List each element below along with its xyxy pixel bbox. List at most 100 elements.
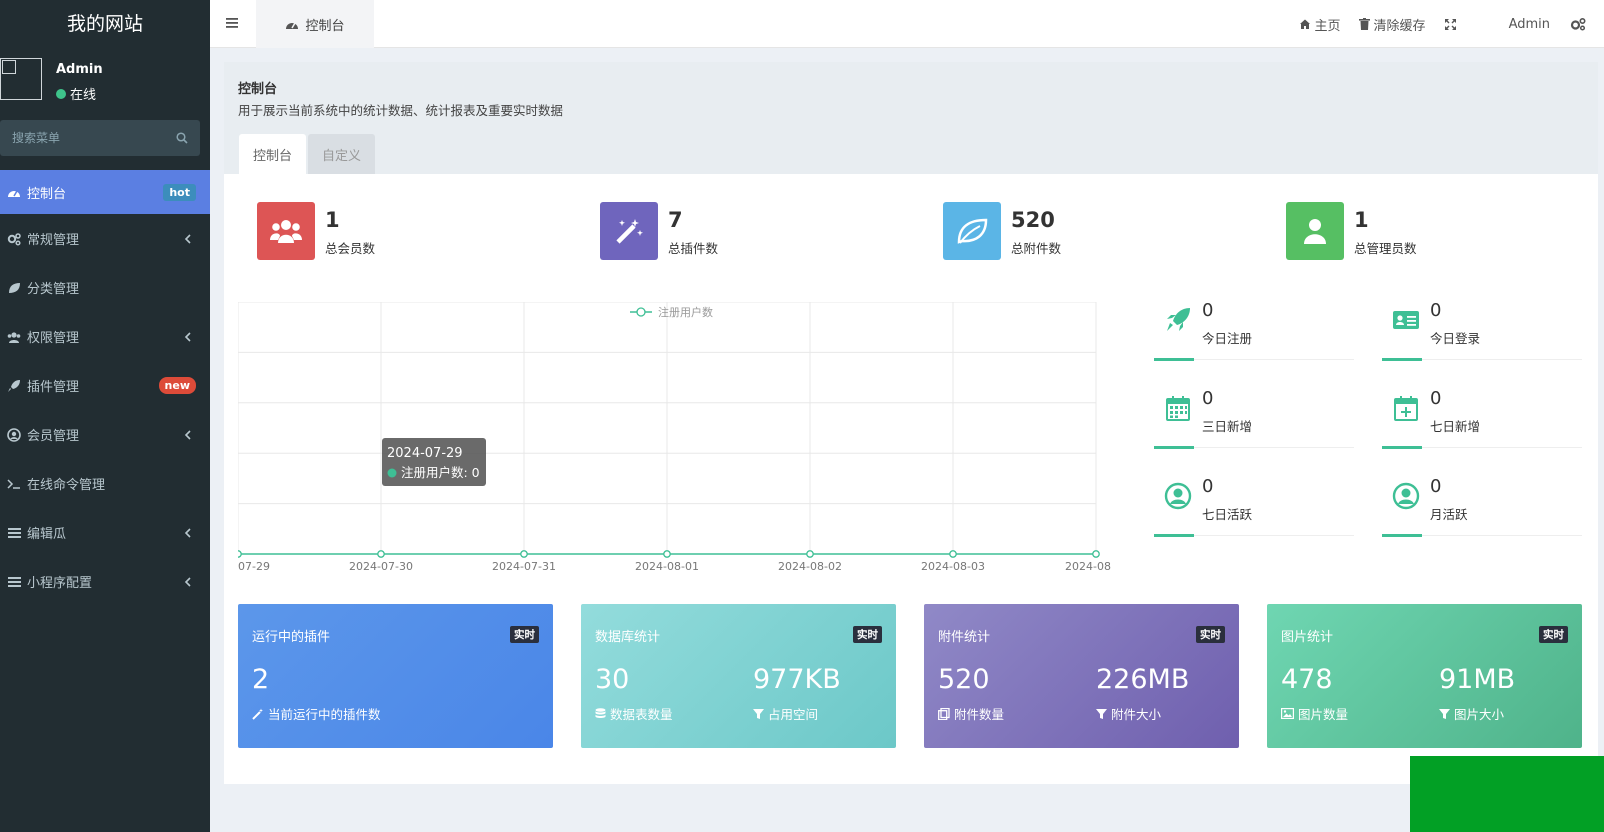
sidebar-item-label: 权限管理 xyxy=(27,331,80,346)
magic-icon xyxy=(616,219,643,244)
stat-icon-box xyxy=(257,202,315,260)
realtime-tag: 实时 xyxy=(1539,626,1568,643)
realtime-tag: 实时 xyxy=(510,626,539,643)
stat-label: 总会员数 xyxy=(325,241,376,256)
sidebar-item-command[interactable]: 在线命令管理 xyxy=(0,459,210,508)
card-attachment-stats[interactable]: 附件统计 实时 520 附件数量 226MB 附件大小 xyxy=(924,604,1239,748)
card-sub-label: 图片数量 xyxy=(1298,707,1349,722)
card-title: 运行中的插件 xyxy=(252,630,331,645)
stat-icon-box xyxy=(600,202,658,260)
registration-line-chart[interactable]: 07-29 2024-07-30 2024-07-31 2024-08-01 2024-… xyxy=(238,302,1118,582)
search-input[interactable] xyxy=(0,120,200,156)
sidebar-menu: 控制台 hot 常规管理 分类管理 权限管理 插件管理 new 会员管理 在线命… xyxy=(0,170,210,606)
card-title: 数据库统计 xyxy=(595,630,661,645)
sidebar-item-general[interactable]: 常规管理 xyxy=(0,214,210,263)
list-icon xyxy=(7,526,21,540)
sidebar-item-category[interactable]: 分类管理 xyxy=(0,263,210,312)
filter-icon xyxy=(1439,708,1450,719)
card-title: 图片统计 xyxy=(1281,630,1334,645)
card-sub-label: 图片大小 xyxy=(1454,707,1505,722)
card-sub: 数据表数量 xyxy=(595,704,673,723)
sidebar-item-label: 常规管理 xyxy=(27,233,80,248)
online-dot-icon xyxy=(56,88,66,99)
sidebar-item-label: 控制台 xyxy=(27,186,67,202)
site-logo[interactable]: 我的网站 xyxy=(0,0,210,48)
mini-stat-label: 月活跃 xyxy=(1430,507,1468,522)
sidebar-item-miniprogram[interactable]: 小程序配置 xyxy=(0,557,210,606)
rocket-icon xyxy=(1167,308,1190,331)
sidebar-item-label: 编辑瓜 xyxy=(27,527,67,542)
leaf-icon xyxy=(7,281,21,295)
admin-menu[interactable]: Admin xyxy=(1509,17,1550,32)
stat-members: 1 总会员数 xyxy=(257,202,375,260)
mini-stat-monthly-active: 0 月活跃 xyxy=(1382,472,1582,537)
leaf-icon xyxy=(957,218,988,244)
menu-toggle-icon[interactable] xyxy=(226,16,240,30)
stat-value: 1 xyxy=(1354,208,1369,232)
x-tick-label: 2024-07-31 xyxy=(492,560,556,573)
card-sub-label: 占用空间 xyxy=(768,707,819,722)
stat-addons: 7 总插件数 xyxy=(600,202,718,260)
search-icon[interactable] xyxy=(176,132,188,144)
sidebar-item-auth[interactable]: 权限管理 xyxy=(0,312,210,361)
vcard-icon xyxy=(1393,311,1419,329)
data-point xyxy=(377,550,385,558)
mini-stat-value: 0 xyxy=(1430,300,1442,321)
data-point xyxy=(1092,550,1100,558)
card-sub: 附件数量 xyxy=(938,704,1004,723)
chevron-left-icon xyxy=(184,429,191,440)
stat-label: 总管理员数 xyxy=(1354,241,1417,256)
card-value: 520 xyxy=(938,664,990,695)
mini-stat-seven-day-new: 0 七日新增 xyxy=(1382,384,1582,449)
x-tick-label: 2024-07-30 xyxy=(349,560,413,573)
card-value: 91MB xyxy=(1439,664,1516,695)
database-icon xyxy=(595,707,606,718)
content-header: 控制台 用于展示当前系统中的统计数据、统计报表及重要实时数据 控制台 自定义 xyxy=(224,62,1598,174)
sidebar-item-editor[interactable]: 编辑瓜 xyxy=(0,508,210,557)
chevron-left-icon xyxy=(184,233,191,244)
cogs-icon xyxy=(7,232,21,246)
group-icon xyxy=(7,330,21,344)
home-icon xyxy=(1299,19,1310,29)
card-value: 30 xyxy=(595,664,630,695)
tab-dashboard[interactable]: 控制台 xyxy=(256,0,374,48)
admin-label: Admin xyxy=(1508,16,1550,32)
card-sub-label: 数据表数量 xyxy=(610,707,673,722)
sidebar-item-member[interactable]: 会员管理 xyxy=(0,410,210,459)
mini-stat-today-register: 0 今日注册 xyxy=(1154,296,1354,361)
clear-cache-button[interactable]: 清除缓存 xyxy=(1358,15,1426,34)
calendar-plus-icon xyxy=(1394,396,1418,421)
mini-stat-value: 0 xyxy=(1202,300,1214,321)
card-sub: 图片数量 xyxy=(1281,704,1348,723)
card-image-stats[interactable]: 图片统计 实时 478 图片数量 91MB 图片大小 xyxy=(1267,604,1582,748)
calendar-icon xyxy=(1166,396,1190,421)
gears-icon xyxy=(1570,17,1586,31)
mini-stat-today-login: 0 今日登录 xyxy=(1382,296,1582,361)
sidebar-item-addon[interactable]: 插件管理 new xyxy=(0,361,210,410)
menu-search xyxy=(0,120,200,156)
data-point xyxy=(949,550,957,558)
stat-value: 520 xyxy=(1011,208,1055,232)
stat-label: 总插件数 xyxy=(668,241,719,256)
fullscreen-icon xyxy=(1444,18,1456,30)
magic-icon xyxy=(252,708,263,720)
x-tick-label: 2024-08-02 xyxy=(778,560,842,573)
tooltip-text: 注册用户数: 0 xyxy=(401,465,480,480)
user-icon xyxy=(1304,219,1326,244)
filter-icon xyxy=(1096,708,1107,719)
data-point xyxy=(238,550,242,558)
tab-dashboard-view[interactable]: 控制台 xyxy=(239,134,307,174)
tab-custom-view[interactable]: 自定义 xyxy=(308,134,376,174)
fullscreen-button[interactable] xyxy=(1444,18,1457,31)
avatar-placeholder-icon xyxy=(2,60,16,74)
card-database-stats[interactable]: 数据库统计 实时 30 数据表数量 977KB 占用空间 xyxy=(581,604,896,748)
card-running-addons[interactable]: 运行中的插件 实时 2 当前运行中的插件数 xyxy=(238,604,553,748)
stat-value: 7 xyxy=(668,208,683,232)
home-link[interactable]: 主页 xyxy=(1299,15,1341,34)
legend-label: 注册用户数 xyxy=(658,305,713,319)
settings-button[interactable] xyxy=(1570,17,1586,31)
sidebar-item-dashboard[interactable]: 控制台 hot xyxy=(0,170,210,214)
data-point xyxy=(663,550,671,558)
sidebar: 我的网站 Admin 在线 控制台 hot 常规管理 分类管理 权限管理 xyxy=(0,0,210,832)
mini-stat-value: 0 xyxy=(1202,388,1214,409)
